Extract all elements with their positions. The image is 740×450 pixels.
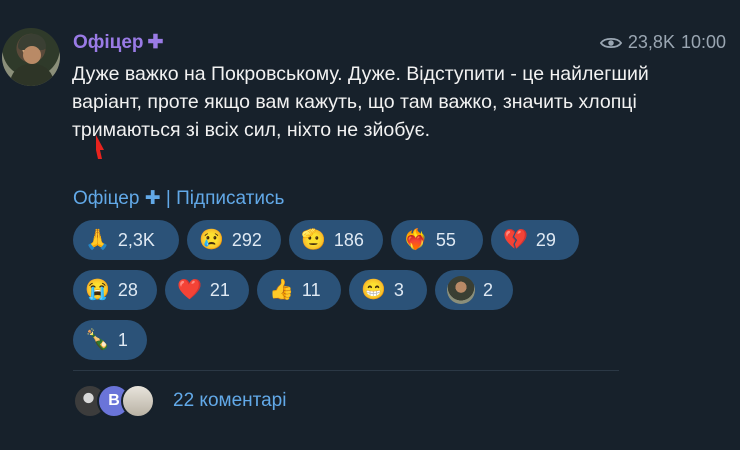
reaction-count: 29 — [535, 229, 556, 250]
grinning-face-icon: 😁 — [361, 279, 386, 301]
comments-count: 22 коментарі — [173, 390, 287, 411]
reaction-custom-avatar[interactable]: 2 — [435, 270, 513, 310]
reaction-count: 2,3K — [117, 229, 155, 250]
author-badge: ✚ — [147, 32, 164, 53]
reaction-count: 28 — [117, 279, 138, 300]
reaction-count: 186 — [333, 229, 364, 250]
sad-face-icon: 😢 — [199, 229, 224, 251]
reaction-count: 55 — [435, 229, 456, 250]
crying-face-icon: 😭 — [85, 279, 110, 301]
avatar-reaction-icon — [447, 276, 475, 304]
heart-on-fire-icon: ❤️‍🔥 — [403, 229, 428, 251]
thumbs-up-icon: 👍 — [269, 279, 294, 301]
reaction-crying[interactable]: 😭 28 — [73, 270, 157, 310]
reaction-count: 11 — [301, 279, 321, 300]
message-meta: 23,8K 10:00 — [599, 32, 726, 53]
reaction-broken-heart[interactable]: 💔 29 — [491, 220, 579, 260]
reaction-champagne[interactable]: 🍾 1 — [73, 320, 147, 360]
message-bubble: Офіцер ✚ 23,8K 10:00 Дуже важко на Покров… — [60, 20, 740, 450]
reaction-salute[interactable]: 🫡 186 — [289, 220, 383, 260]
message-text: Дуже важко на Покровському. Дуже. Відсту… — [72, 63, 649, 141]
salute-icon: 🫡 — [301, 229, 326, 251]
reaction-count: 292 — [231, 229, 262, 250]
commenter-avatar — [121, 384, 155, 418]
view-count: 23,8K — [627, 32, 675, 52]
reaction-pray[interactable]: 🙏 2,3K — [73, 220, 179, 260]
reaction-grin[interactable]: 😁 3 — [349, 270, 427, 310]
mouse-cursor-icon — [96, 135, 104, 159]
author-name[interactable]: Офіцер ✚ — [73, 31, 163, 54]
eye-icon — [599, 37, 622, 48]
pray-icon: 🙏 — [85, 229, 110, 251]
comments-button[interactable]: B 22 коментарі — [73, 384, 286, 418]
reaction-count: 21 — [209, 279, 230, 300]
reaction-sad[interactable]: 😢 292 — [187, 220, 281, 260]
channel-avatar[interactable] — [2, 28, 60, 86]
reaction-thumbs-up[interactable]: 👍 11 — [257, 270, 341, 310]
message-time: 10:00 — [680, 32, 726, 52]
reaction-count: 3 — [393, 279, 404, 300]
red-heart-icon: ❤️ — [177, 279, 202, 301]
divider — [73, 370, 619, 371]
author-label: Офіцер — [73, 32, 144, 53]
reaction-heart-fire[interactable]: ❤️‍🔥 55 — [391, 220, 483, 260]
reaction-heart[interactable]: ❤️ 21 — [165, 270, 249, 310]
reaction-count: 2 — [483, 279, 494, 300]
subscribe-link[interactable]: Офіцер ✚ | Підписатись — [73, 187, 284, 210]
reaction-count: 1 — [117, 329, 128, 350]
champagne-bottle-icon: 🍾 — [85, 329, 110, 351]
broken-heart-icon: 💔 — [503, 229, 528, 251]
